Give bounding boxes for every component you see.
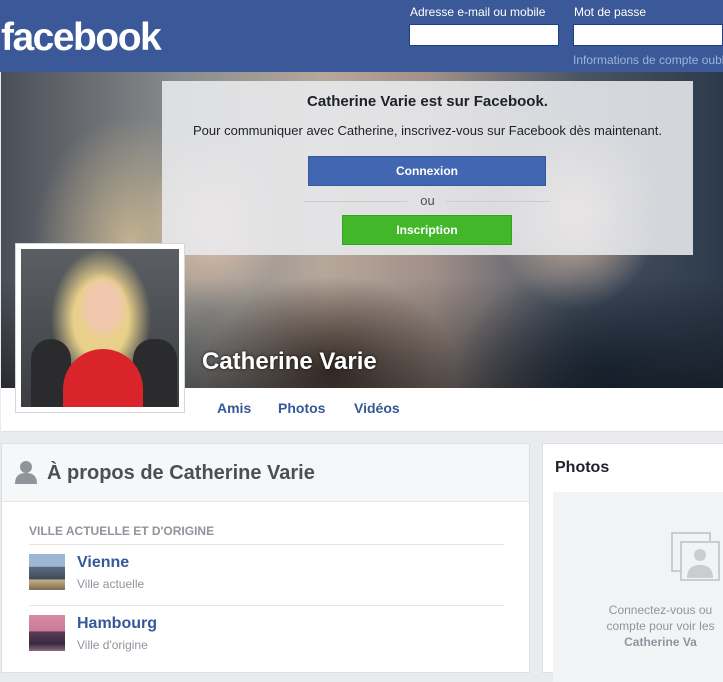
email-input[interactable] [409, 24, 559, 46]
photos-text-line2: compte pour voir les [606, 619, 715, 633]
or-text: ou [420, 193, 435, 208]
list-item: Vienne Ville actuelle [29, 545, 504, 605]
place-sub: Ville d'origine [77, 638, 148, 652]
signup-button[interactable]: Inscription [342, 215, 512, 245]
place-sub: Ville actuelle [77, 577, 145, 591]
tab-photos[interactable]: Photos [278, 400, 325, 416]
signup-text: Pour communiquer avec Catherine, inscriv… [193, 123, 662, 138]
email-label: Adresse e-mail ou mobile [410, 5, 546, 19]
profile-picture-frame[interactable] [15, 243, 185, 413]
tab-friends[interactable]: Amis [217, 400, 251, 416]
login-button[interactable]: Connexion [308, 156, 546, 186]
password-input[interactable] [573, 24, 723, 46]
photos-card: Photos Connectez-vous ou compte pour voi… [542, 443, 723, 682]
list-item: Hambourg Ville d'origine [29, 606, 504, 666]
signup-title: Catherine Varie est sur Facebook. [307, 93, 548, 110]
photos-title: Photos [555, 459, 610, 476]
tab-videos[interactable]: Vidéos [354, 400, 400, 416]
section-label: VILLE ACTUELLE ET D'ORIGINE [29, 524, 215, 538]
about-header: À propos de Catherine Varie [2, 444, 529, 502]
password-label: Mot de passe [574, 5, 647, 19]
person-icon [15, 461, 37, 484]
forgot-account-link[interactable]: Informations de compte oubliées ? [573, 53, 723, 67]
place-name[interactable]: Hambourg [77, 615, 157, 633]
photos-login-text: Connectez-vous ou compte pour voir les C… [553, 602, 723, 650]
about-title: À propos de Catherine Varie [47, 462, 315, 484]
about-card: À propos de Catherine Varie VILLE ACTUEL… [1, 443, 530, 673]
photos-placeholder: Connectez-vous ou compte pour voir les C… [553, 492, 723, 682]
facebook-logo[interactable]: facebook [1, 14, 162, 62]
red-sweater [63, 349, 143, 407]
city-thumbnail[interactable] [29, 554, 65, 590]
photos-text-line1: Connectez-vous ou [608, 603, 713, 617]
city-thumbnail[interactable] [29, 615, 65, 651]
place-name[interactable]: Vienne [77, 554, 129, 572]
signup-prompt: Catherine Varie est sur Facebook. Pour c… [162, 81, 693, 255]
top-bar: facebook Adresse e-mail ou mobile Mot de… [0, 0, 723, 72]
profile-name[interactable]: Catherine Varie [202, 348, 377, 376]
profile-picture[interactable] [21, 249, 179, 407]
photo-placeholder-icon [671, 532, 720, 581]
photos-text-name: Catherine Va [624, 635, 697, 649]
